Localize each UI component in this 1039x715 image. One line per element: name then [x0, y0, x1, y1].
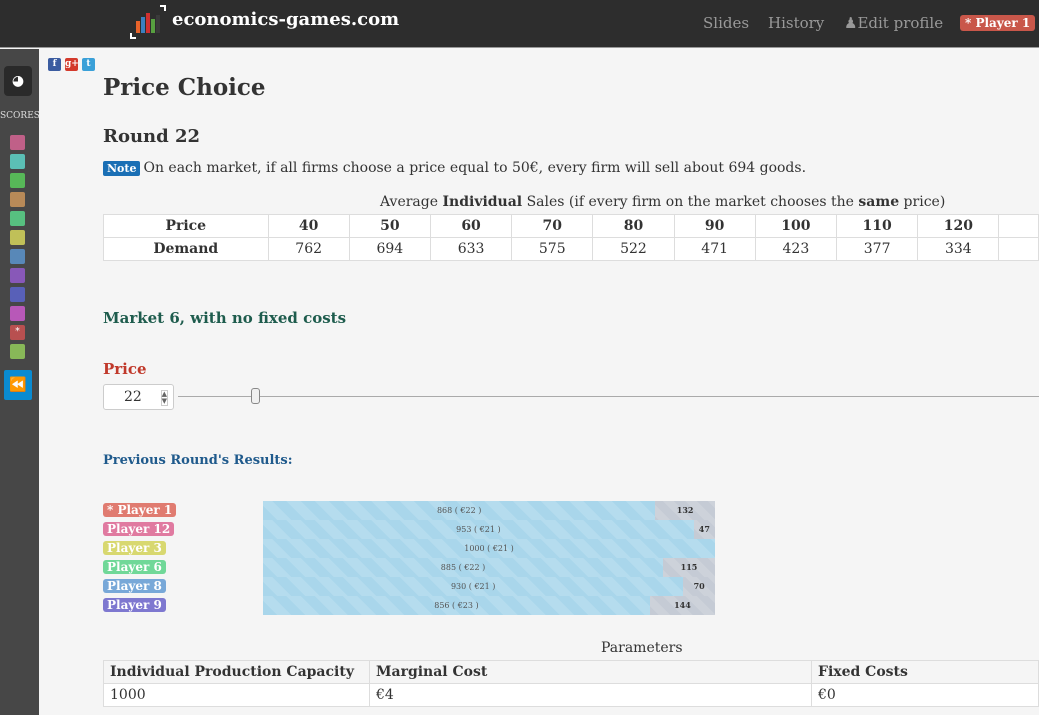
- unsold-segment: 132: [676, 505, 694, 515]
- demand-cell: 762: [267, 237, 350, 261]
- collapse-sidebar-button[interactable]: ⏪: [4, 370, 32, 400]
- sold-segment: 930 ( €21 ): [263, 577, 684, 596]
- demand-header: Demand: [103, 237, 269, 261]
- spinner-arrows-icon[interactable]: ▲ ▼: [160, 390, 168, 406]
- sales-caption: Average Individual Sales (if every firm …: [380, 194, 946, 210]
- current-player-badge[interactable]: * Player 1: [960, 15, 1036, 31]
- player-label: * Player 1: [103, 503, 177, 517]
- result-bar: 856 ( €23 ) 144: [263, 596, 715, 615]
- price-slider-track[interactable]: [178, 396, 1039, 397]
- price-cell: 120: [917, 214, 1000, 238]
- player-score-swatch[interactable]: [10, 306, 25, 321]
- price-cell: 100: [754, 214, 838, 238]
- sold-segment: 868 ( €22 ): [263, 501, 656, 520]
- param-value: €0: [811, 683, 1039, 707]
- result-bar: 868 ( €22 ) 132: [263, 501, 715, 520]
- unsold-segment: 47: [698, 524, 710, 534]
- sold-segment: 1000 ( €21 ): [263, 539, 715, 558]
- price-slider-handle[interactable]: [251, 388, 261, 404]
- player-score-swatch[interactable]: [10, 135, 25, 150]
- demand-cell: 423: [754, 237, 838, 261]
- param-value: 1000: [103, 683, 370, 707]
- param-value: €4: [369, 683, 812, 707]
- player-label: Player 8: [103, 579, 166, 593]
- price-cell: 40: [267, 214, 350, 238]
- demand-cell: 377: [835, 237, 919, 261]
- sidebar: ◕ SCORES * ⏪: [0, 49, 40, 715]
- player-score-swatch[interactable]: [10, 154, 25, 169]
- parameters-table: Individual Production Capacity Marginal C…: [103, 660, 1039, 707]
- player-label: Player 9: [103, 598, 166, 612]
- player-score-swatch[interactable]: [10, 268, 25, 283]
- user-icon: ♟: [844, 14, 858, 32]
- player-score-swatch[interactable]: [10, 344, 25, 359]
- edit-profile-label: Edit profile: [857, 14, 944, 32]
- price-cell: 90: [673, 214, 756, 238]
- nav-slides[interactable]: Slides: [703, 14, 749, 32]
- demand-cell: 694: [348, 237, 431, 261]
- nav-history[interactable]: History: [768, 14, 824, 32]
- player-score-swatch[interactable]: *: [10, 325, 25, 340]
- logo-icon[interactable]: [130, 5, 166, 39]
- sales-table: Price 40 50 60 70 80 90 100 110 120 Demand 762 694 6…: [103, 214, 1039, 261]
- sold-segment: 885 ( €22 ): [263, 558, 664, 577]
- nav-edit-profile[interactable]: ♟Edit profile: [844, 14, 943, 32]
- demand-cell: 471: [673, 237, 756, 261]
- scores-label: SCORES: [0, 111, 40, 121]
- demand-cell: 522: [592, 237, 675, 261]
- price-header: Price: [103, 214, 269, 238]
- demand-cell: 575: [511, 237, 594, 261]
- previous-results-title: Previous Round's Results:: [103, 453, 293, 468]
- player-score-swatch[interactable]: [10, 230, 25, 245]
- result-bar: 885 ( €22 ) 115: [263, 558, 715, 577]
- player-score-swatch[interactable]: [10, 249, 25, 264]
- facebook-icon[interactable]: f: [48, 58, 61, 71]
- result-bar: 930 ( €21 ) 70: [263, 577, 715, 596]
- note-label: Note: [103, 161, 141, 176]
- player-label: Player 3: [103, 541, 166, 555]
- parameters-caption: Parameters: [601, 640, 683, 656]
- price-cell: 80: [592, 214, 675, 238]
- price-label: Price: [103, 360, 147, 378]
- demand-cell: 334: [917, 237, 1000, 261]
- player-label: Player 6: [103, 560, 166, 574]
- sold-segment: 856 ( €23 ): [263, 596, 650, 615]
- unsold-segment: 144: [674, 600, 691, 610]
- google-plus-icon[interactable]: g+: [65, 58, 79, 71]
- player-label: Player 12: [103, 522, 175, 536]
- param-header: Fixed Costs: [811, 660, 1039, 684]
- price-value: 22: [124, 389, 142, 405]
- brand-name[interactable]: economics-games.com: [172, 9, 399, 30]
- player-score-swatch[interactable]: [10, 192, 25, 207]
- player-score-swatch[interactable]: [10, 173, 25, 188]
- page-title: Price Choice: [103, 74, 266, 101]
- price-input[interactable]: 22 ▲ ▼: [103, 384, 174, 410]
- sold-segment: 953 ( €21 ): [263, 520, 694, 539]
- note-text: On each market, if all firms choose a pr…: [143, 160, 807, 176]
- price-cell: 110: [835, 214, 919, 238]
- player-score-swatch[interactable]: [10, 211, 25, 226]
- price-cell: 50: [348, 214, 431, 238]
- round-title: Round 22: [103, 126, 201, 147]
- top-navbar: economics-games.com Slides History ♟Edit…: [0, 0, 1039, 48]
- note: Note On each market, if all firms choose …: [103, 160, 806, 176]
- price-cell: 70: [511, 214, 594, 238]
- result-bar: 1000 ( €21 ): [263, 539, 715, 558]
- price-cell: 60: [429, 214, 513, 238]
- param-header: Individual Production Capacity: [103, 660, 370, 684]
- param-header: Marginal Cost: [369, 660, 812, 684]
- unsold-segment: 115: [680, 562, 698, 572]
- demand-cell: 633: [429, 237, 513, 261]
- dashboard-gauge-icon[interactable]: ◕: [4, 66, 32, 96]
- market-title: Market 6, with no fixed costs: [103, 309, 347, 327]
- twitter-icon[interactable]: t: [82, 58, 95, 71]
- result-bar: 953 ( €21 ) 47: [263, 520, 715, 539]
- player-score-swatch[interactable]: [10, 287, 25, 302]
- unsold-segment: 70: [693, 581, 705, 591]
